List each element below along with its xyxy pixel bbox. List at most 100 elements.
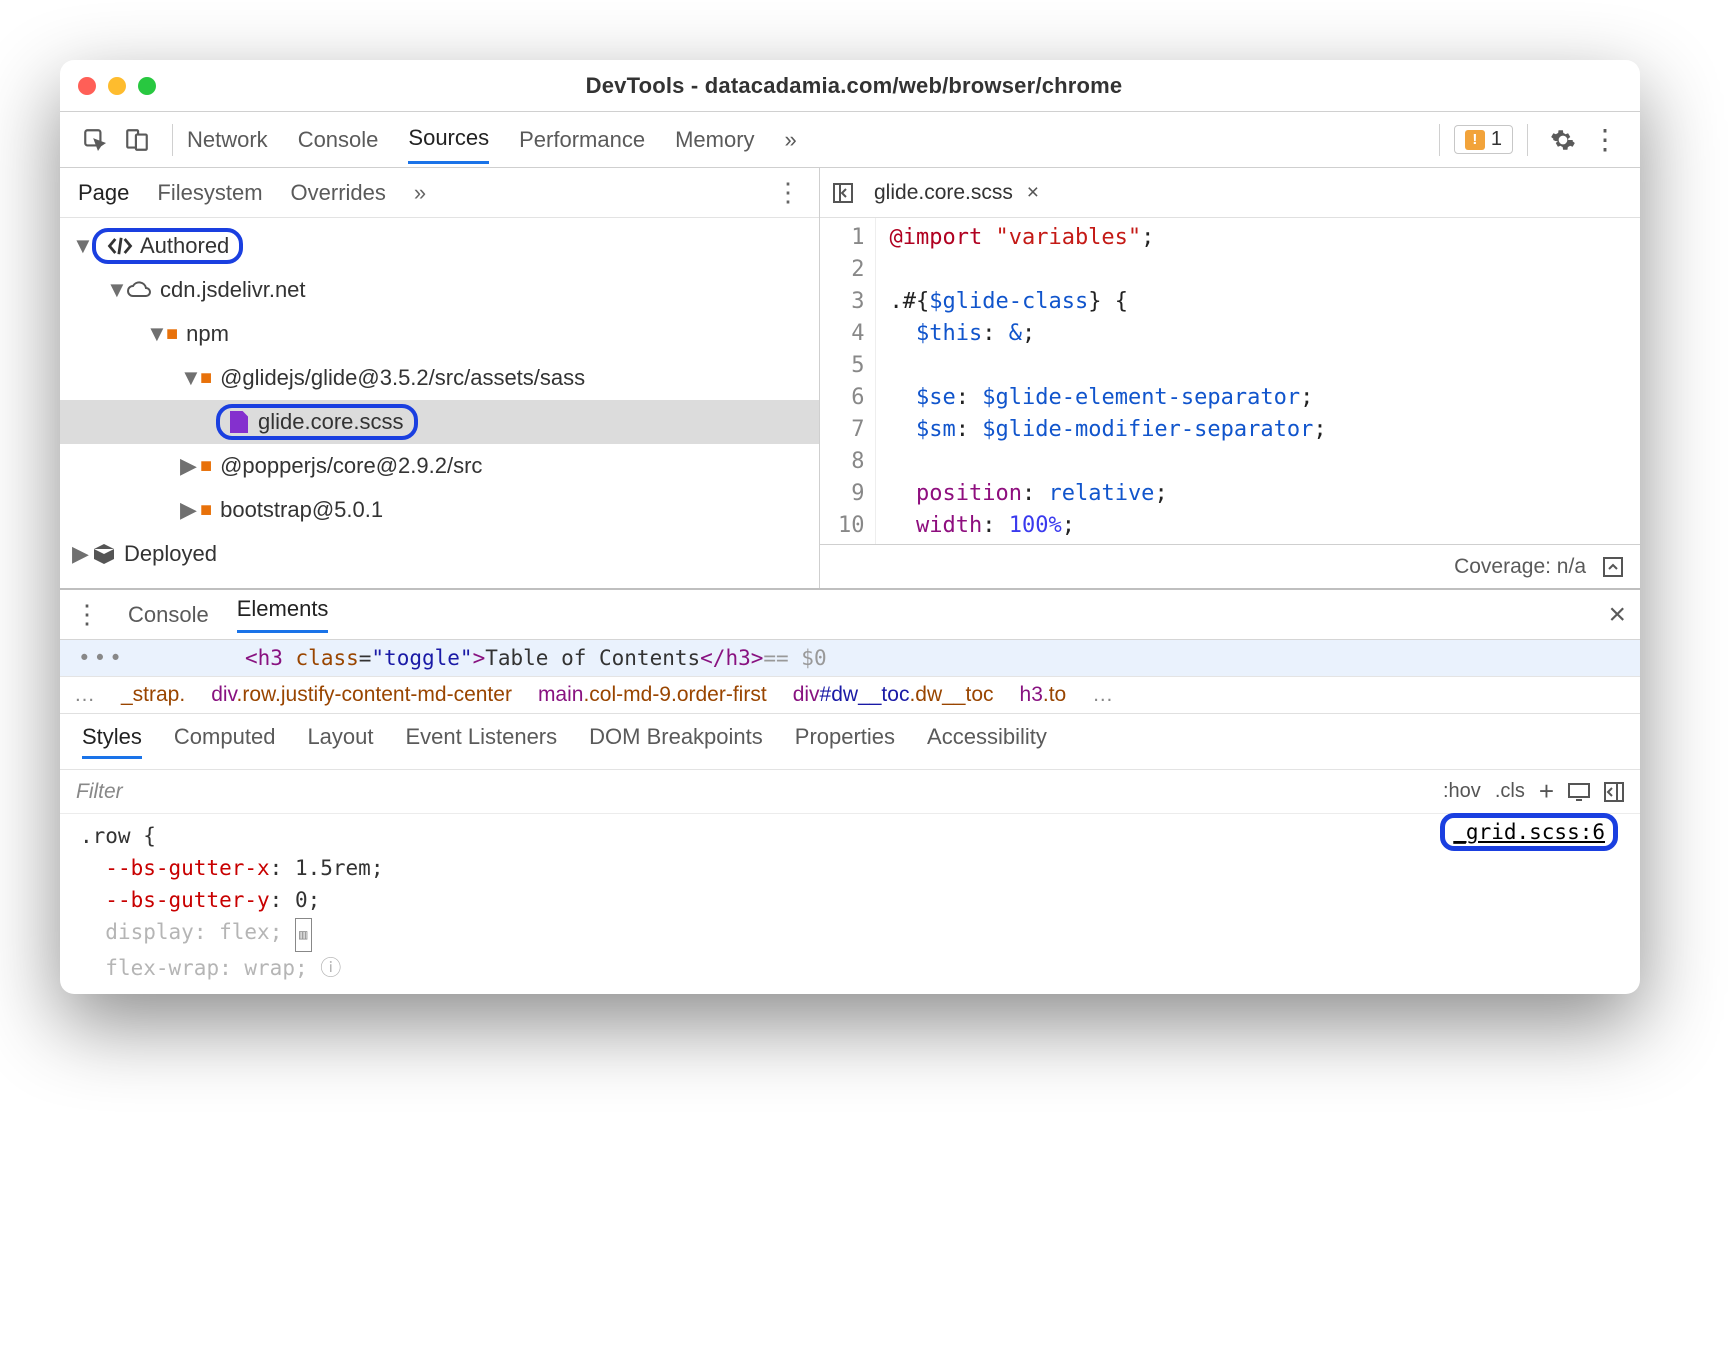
device-icon[interactable] [122,125,152,155]
highlight-source: _grid.scss:6 [1440,813,1618,851]
crumb-item[interactable]: main.col-md-9.order-first [538,683,767,707]
tree-cdn[interactable]: ▼ cdn.jsdelivr.net [60,268,819,312]
tab-network[interactable]: Network [187,117,268,163]
close-icon[interactable] [78,77,96,95]
sub-tabs-overflow[interactable]: » [414,180,426,206]
gear-icon[interactable] [1548,125,1578,155]
highlight-file: glide.core.scss [216,404,418,440]
coverage-label: Coverage: n/a [1454,555,1586,579]
tree-deployed[interactable]: ▶ Deployed [60,532,819,576]
properties-tab[interactable]: Properties [795,724,895,759]
chevron-down-icon: ▼ [146,321,162,347]
accessibility-tab[interactable]: Accessibility [927,724,1047,759]
sub-tab-filesystem[interactable]: Filesystem [157,180,262,206]
elements-subtabs: Styles Computed Layout Event Listeners D… [60,714,1640,770]
event-listeners-tab[interactable]: Event Listeners [406,724,558,759]
computed-tab[interactable]: Computed [174,724,276,759]
tree-glide-pkg[interactable]: ▼ ■ @glidejs/glide@3.5.2/src/assets/sass [60,356,819,400]
style-source-link[interactable]: _grid.scss:6 [1440,816,1618,848]
chevron-right-icon: ▶ [72,541,88,567]
tree-authored[interactable]: ▼ Authored [60,224,819,268]
sub-tab-overrides[interactable]: Overrides [291,180,386,206]
code-content: @import "variables"; .#{$glide-class} { … [876,218,1341,544]
file-icon [230,411,248,433]
tree-label: glide.core.scss [258,409,404,435]
new-style-icon[interactable]: + [1539,776,1554,807]
info-icon[interactable]: ⓘ [320,956,341,980]
sources-content: Page Filesystem Overrides » ⋮ ▼ Authored… [60,168,1640,588]
code-editor[interactable]: 1234567891011 @import "variables"; .#{$g… [820,218,1640,544]
breadcrumb[interactable]: … _strap. div.row.justify-content-md-cen… [60,677,1640,714]
editor-tab-label: glide.core.scss [874,181,1013,204]
tree-popper[interactable]: ▶ ■ @popperjs/core@2.9.2/src [60,444,819,488]
tab-console[interactable]: Console [298,117,379,163]
minimize-icon[interactable] [108,77,126,95]
crumb-item[interactable]: div#dw__toc.dw__toc [793,683,994,707]
drawer-menu-icon[interactable]: ⋮ [74,599,100,630]
tree-bootstrap[interactable]: ▶ ■ bootstrap@5.0.1 [60,488,819,532]
drawer-tab-elements[interactable]: Elements [237,596,329,633]
tree-label: npm [186,321,229,347]
styles-tab[interactable]: Styles [82,724,142,759]
drawer-close-icon[interactable]: × [1608,598,1626,632]
crumb-item[interactable]: h3.to [1020,683,1067,707]
main-toolbar: Network Console Sources Performance Memo… [60,112,1640,168]
styles-toolbar: Filter :hov .cls + [60,770,1640,814]
tab-memory[interactable]: Memory [675,117,754,163]
drawer-tabs: ⋮ Console Elements × [60,590,1640,640]
sidebar-toggle-icon[interactable] [832,182,854,204]
editor-tabbar: glide.core.scss × [820,168,1640,218]
editor-pane: glide.core.scss × 1234567891011 @import … [820,168,1640,588]
hov-button[interactable]: :hov [1443,780,1481,803]
device-icon[interactable] [1568,783,1590,801]
sub-tab-page[interactable]: Page [78,180,129,206]
file-tree: ▼ Authored ▼ cdn.jsdelivr.net ▼ ■ npm [60,218,819,588]
kebab-icon[interactable]: ⋮ [1590,125,1620,155]
inspect-icon[interactable] [80,125,110,155]
flex-badge-icon[interactable]: ▥ [295,918,312,952]
warning-badge[interactable]: ! 1 [1454,125,1513,154]
editor-tab[interactable]: glide.core.scss × [874,181,1039,205]
ellipsis-icon: ••• [78,646,125,670]
navigator-pane: Page Filesystem Overrides » ⋮ ▼ Authored… [60,168,820,588]
folder-icon: ■ [200,499,212,522]
dom-html: <h3 class="toggle">Table of Contents</h3… [245,646,763,670]
line-gutter: 1234567891011 [820,218,876,544]
tab-performance[interactable]: Performance [519,117,645,163]
traffic-lights [78,77,156,95]
panel-tabs: Network Console Sources Performance Memo… [187,115,1425,164]
devtools-window: DevTools - datacadamia.com/web/browser/c… [60,60,1640,994]
dom-breakpoints-tab[interactable]: DOM Breakpoints [589,724,763,759]
crumb-ellipsis: … [1092,683,1113,707]
expand-icon[interactable] [1602,556,1624,578]
styles-rule[interactable]: _grid.scss:6 .row { --bs-gutter-x: 1.5re… [60,814,1640,994]
box-icon [92,543,116,565]
filter-input[interactable]: Filter [76,780,1429,804]
tree-label: Deployed [124,541,217,567]
crumb-item[interactable]: div.row.justify-content-md-center [211,683,512,707]
maximize-icon[interactable] [138,77,156,95]
editor-footer: Coverage: n/a [820,544,1640,588]
panel-toggle-icon[interactable] [1604,782,1624,802]
warning-icon: ! [1465,130,1485,150]
dom-selected-line[interactable]: ••• <h3 class="toggle">Table of Contents… [60,640,1640,677]
tab-sources[interactable]: Sources [408,115,489,164]
tabs-overflow[interactable]: » [785,117,797,163]
layout-tab[interactable]: Layout [307,724,373,759]
chevron-right-icon: ▶ [180,453,196,479]
close-tab-icon[interactable]: × [1027,181,1039,204]
tree-glide-file[interactable]: glide.core.scss [60,400,819,444]
warning-count: 1 [1491,128,1502,151]
navigator-menu-icon[interactable]: ⋮ [775,177,801,208]
chevron-down-icon: ▼ [106,277,122,303]
cls-button[interactable]: .cls [1495,780,1525,803]
chevron-down-icon: ▼ [180,365,196,391]
code-icon [106,235,134,257]
titlebar: DevTools - datacadamia.com/web/browser/c… [60,60,1640,112]
crumb-item[interactable]: _strap. [121,683,185,706]
drawer-tab-console[interactable]: Console [128,602,209,628]
tree-label: @glidejs/glide@3.5.2/src/assets/sass [220,365,585,391]
cloud-icon [126,281,152,299]
tree-npm[interactable]: ▼ ■ npm [60,312,819,356]
tree-label: @popperjs/core@2.9.2/src [220,453,482,479]
